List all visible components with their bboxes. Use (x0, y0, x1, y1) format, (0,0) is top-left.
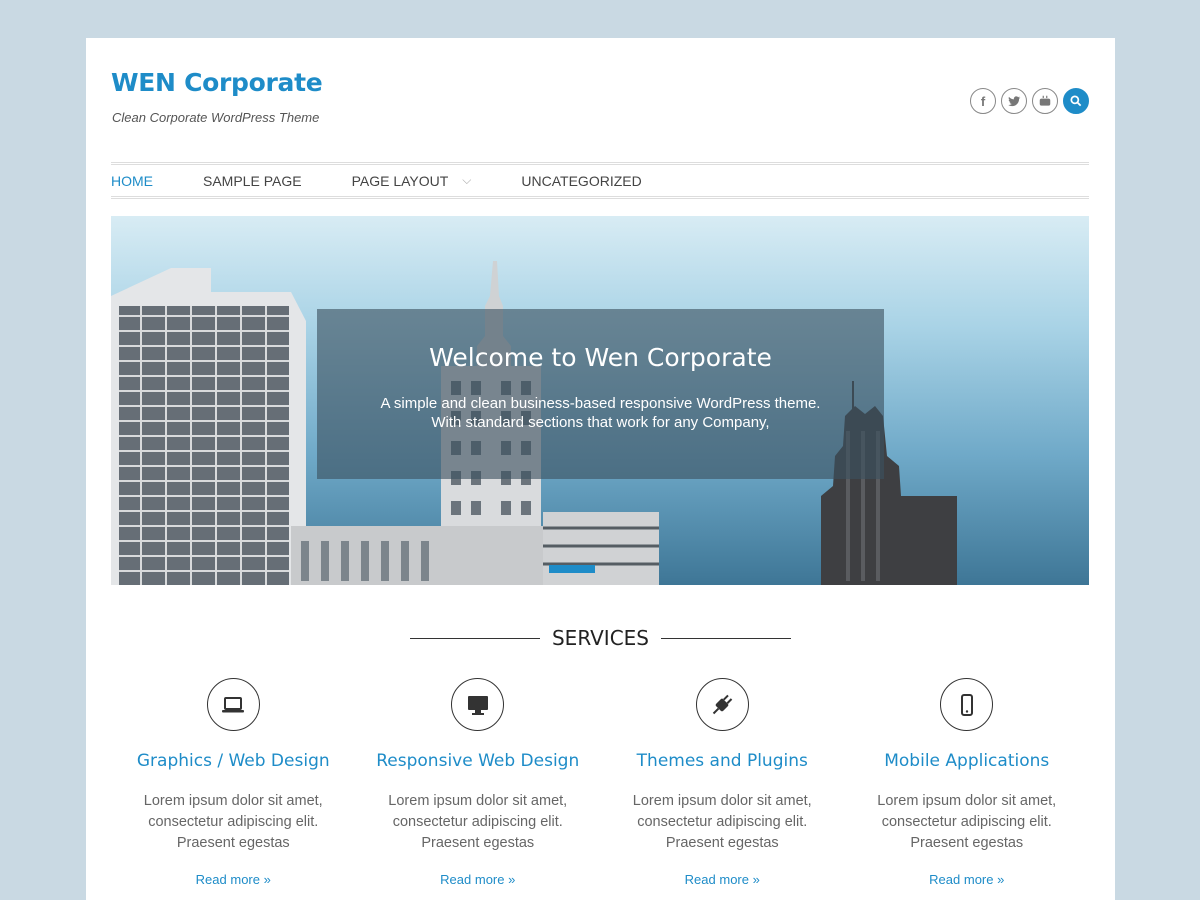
service-description: Lorem ipsum dolor sit amet, consectetur … (356, 791, 601, 854)
monitor-icon (451, 678, 505, 731)
search-icon[interactable] (1063, 88, 1089, 114)
nav-label: PAGE LAYOUT (351, 172, 449, 189)
service-title[interactable]: Responsive Web Design (356, 751, 601, 779)
service-description: Lorem ipsum dolor sit amet, consectetur … (845, 791, 1090, 854)
nav-item-page-layout[interactable]: PAGE LAYOUT ⌵ (352, 173, 472, 189)
service-text-line: consectetur adipiscing elit. (148, 814, 319, 830)
service-text-line: Praesent egestas (910, 835, 1024, 851)
main-navigation: HOME SAMPLE PAGE PAGE LAYOUT ⌵ UNCATEGORI… (111, 162, 1089, 199)
social-links: f (970, 88, 1089, 114)
read-more-link[interactable]: Read more » (111, 872, 356, 887)
hero-heading: Welcome to Wen Corporate (429, 343, 772, 372)
mobile-icon (940, 678, 994, 731)
read-more-link[interactable]: Read more » (356, 872, 601, 887)
service-text-line: Lorem ipsum dolor sit amet, (877, 793, 1057, 809)
nav-label: UNCATEGORIZED (521, 172, 642, 189)
divider (661, 637, 791, 639)
page-container: WEN Corporate Clean Corporate WordPress … (86, 38, 1115, 900)
service-text-line: Lorem ipsum dolor sit amet, (388, 793, 568, 809)
nav-item-home[interactable]: HOME (111, 173, 153, 189)
services-heading: SERVICES (86, 626, 1115, 650)
hero-line-2: With standard sections that work for any… (431, 414, 770, 431)
read-more-link[interactable]: Read more » (600, 872, 845, 887)
hero-caption: Welcome to Wen Corporate A simple and cl… (317, 309, 884, 479)
service-title[interactable]: Themes and Plugins (600, 751, 845, 779)
service-text-line: consectetur adipiscing elit. (637, 814, 808, 830)
service-item: Responsive Web Design Lorem ipsum dolor … (356, 678, 601, 887)
nav-item-uncategorized[interactable]: UNCATEGORIZED (521, 173, 641, 189)
youtube-icon[interactable] (1032, 88, 1058, 114)
hero-slider: Welcome to Wen Corporate A simple and cl… (111, 216, 1089, 585)
service-text-line: consectetur adipiscing elit. (881, 814, 1052, 830)
service-text-line: Praesent egestas (665, 835, 779, 851)
laptop-icon (206, 678, 260, 731)
service-item: Graphics / Web Design Lorem ipsum dolor … (111, 678, 356, 887)
service-item: Themes and Plugins Lorem ipsum dolor sit… (600, 678, 845, 887)
hero-description: A simple and clean business-based respon… (317, 394, 884, 432)
twitter-icon[interactable] (1001, 88, 1027, 114)
hero-line-1: A simple and clean business-based respon… (380, 395, 821, 412)
facebook-icon[interactable]: f (970, 88, 996, 114)
service-text-line: Praesent egestas (176, 835, 290, 851)
nav-label: SAMPLE PAGE (203, 172, 302, 189)
service-item: Mobile Applications Lorem ipsum dolor si… (845, 678, 1090, 887)
nav-item-sample-page[interactable]: SAMPLE PAGE (203, 173, 302, 189)
chevron-down-icon[interactable]: ⌵ (462, 173, 471, 188)
services-list: Graphics / Web Design Lorem ipsum dolor … (111, 678, 1089, 887)
service-text-line: Praesent egestas (421, 835, 535, 851)
service-title[interactable]: Mobile Applications (845, 751, 1090, 779)
service-text-line: Lorem ipsum dolor sit amet, (143, 793, 323, 809)
site-tagline: Clean Corporate WordPress Theme (112, 110, 320, 125)
read-more-link[interactable]: Read more » (845, 872, 1090, 887)
service-description: Lorem ipsum dolor sit amet, consectetur … (111, 791, 356, 854)
service-text-line: consectetur adipiscing elit. (392, 814, 563, 830)
service-title[interactable]: Graphics / Web Design (111, 751, 356, 779)
site-title[interactable]: WEN Corporate (111, 68, 323, 97)
divider (409, 637, 540, 639)
plug-icon (695, 678, 749, 731)
nav-label: HOME (111, 172, 153, 189)
slider-pager-active[interactable] (549, 565, 595, 573)
service-description: Lorem ipsum dolor sit amet, consectetur … (600, 791, 845, 854)
service-text-line: Lorem ipsum dolor sit amet, (632, 793, 812, 809)
services-title: SERVICES (551, 626, 649, 650)
